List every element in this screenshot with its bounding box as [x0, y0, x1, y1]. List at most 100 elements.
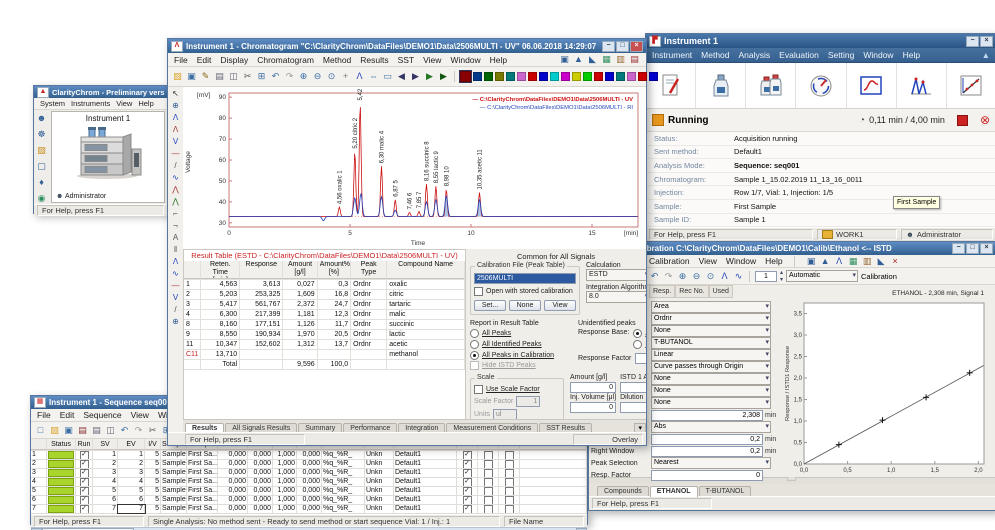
sequence-checkbox[interactable] [484, 478, 493, 486]
sequence-row[interactable]: 4✓445Sample 1First Sa...0,0000,0001,0000… [31, 478, 587, 487]
copy-icon[interactable]: ⊞ [256, 71, 267, 82]
baseline-tool-icon[interactable]: — [170, 281, 181, 291]
sequence-checkbox[interactable] [484, 460, 493, 468]
next-icon[interactable]: ▶ [410, 71, 421, 82]
menu-item-sequence[interactable]: Sequence [83, 410, 121, 420]
signal-color-swatch[interactable] [583, 72, 592, 81]
chromatogram-icon[interactable] [897, 63, 947, 108]
property-select[interactable]: None [651, 325, 771, 337]
result-column-header[interactable] [184, 261, 201, 279]
tools-icon[interactable]: + [340, 71, 351, 82]
ruler-tool-icon[interactable]: ‖ [170, 245, 181, 255]
menu-item-file[interactable]: File [37, 410, 51, 420]
grid-header-resp[interactable]: Resp. [649, 285, 675, 298]
menu-item-help[interactable]: Help [490, 55, 507, 65]
folder-icon[interactable]: ▨ [36, 145, 47, 156]
peak-tool-icon[interactable]: Λ [170, 113, 181, 123]
hide-istd-peaks-checkbox[interactable] [470, 361, 479, 370]
signal-color-swatch[interactable] [473, 72, 482, 81]
signal-color-swatch[interactable] [484, 72, 493, 81]
open-folder-icon[interactable]: ▨ [172, 71, 183, 82]
data-window-icon[interactable]: ▦ [601, 54, 612, 65]
calculation-select[interactable]: ESTD [586, 269, 646, 281]
menu-item-view[interactable]: View [116, 99, 132, 108]
undo-icon[interactable]: ↶ [649, 271, 660, 282]
solvent-bottle-icon[interactable] [696, 63, 746, 108]
inj-volume-input[interactable]: 0 [570, 402, 616, 413]
close-button[interactable]: × [980, 36, 993, 47]
calibration-file-input[interactable]: 2506MULTI [474, 273, 576, 284]
response-factor-input[interactable]: 0 [635, 353, 646, 364]
prev-icon[interactable]: ◀ [396, 71, 407, 82]
recalculation-mode-select[interactable]: Automatic [786, 270, 858, 282]
menu-item-window[interactable]: Window [450, 55, 480, 65]
curve-tool-icon[interactable]: ∿ [733, 271, 744, 282]
run-checkbox[interactable]: ✓ [80, 478, 89, 486]
sequence-checkbox[interactable] [484, 451, 493, 459]
sequence-column-header[interactable]: Run [76, 439, 93, 450]
curve-tool-icon[interactable]: ∿ [170, 269, 181, 279]
open-folder-icon[interactable]: ▨ [49, 425, 60, 436]
result-table-row[interactable]: Total9,596100,0 [184, 360, 465, 370]
calibration-window-icon[interactable]: ◣ [587, 54, 598, 65]
property-select[interactable]: Nearest [651, 457, 771, 469]
property-select[interactable]: None [651, 397, 771, 409]
menu-item-window[interactable]: Window [863, 50, 893, 60]
tab-ethanol[interactable]: ETHANOL [650, 486, 698, 497]
sequence-column-header[interactable]: EV [118, 439, 145, 450]
signal-color-swatch[interactable] [495, 72, 504, 81]
menu-item-view[interactable]: View [131, 410, 149, 420]
stepper-arrows-icon[interactable]: ▴▾ [780, 269, 783, 283]
about-icon[interactable]: ◉ [36, 193, 47, 204]
abort-icon[interactable]: ⊗ [980, 114, 990, 126]
run-checkbox[interactable]: ✓ [80, 451, 89, 459]
undo-icon[interactable]: ↶ [270, 71, 281, 82]
signal-color-swatch[interactable] [605, 72, 614, 81]
sequence-row[interactable]: 3✓335Sample 1First Sa...0,0000,0001,0000… [31, 469, 587, 478]
chromatogram-window-icon[interactable]: ▲ [820, 256, 831, 267]
gear-icon[interactable]: ☸ [36, 129, 47, 140]
menu-item-results[interactable]: Results [360, 55, 388, 65]
method-window-icon[interactable]: ▥ [862, 256, 873, 267]
undo-icon[interactable]: ↶ [119, 425, 130, 436]
data-acquisition-icon[interactable] [847, 63, 897, 108]
sequence-checkbox[interactable] [484, 496, 493, 504]
sequence-checkbox[interactable]: ✓ [463, 478, 472, 486]
signal-color-swatch[interactable] [517, 72, 526, 81]
split-peak-tool-icon[interactable]: ⋀ [170, 185, 181, 195]
run-checkbox[interactable]: ✓ [80, 487, 89, 495]
menu-item-system[interactable]: System [40, 99, 65, 108]
sequence-checkbox[interactable]: ✓ [463, 505, 472, 513]
user-badge[interactable]: ☻Administrator [901, 229, 993, 240]
run-checkbox[interactable]: ✓ [80, 469, 89, 477]
menu-item-analysis[interactable]: Analysis [739, 50, 771, 60]
zoom-in-icon[interactable]: ⊕ [298, 71, 309, 82]
menu-item-help[interactable]: Help [138, 99, 153, 108]
cursor-tool-icon[interactable]: ↖ [170, 89, 181, 99]
signal-color-swatch[interactable] [539, 72, 548, 81]
property-select[interactable]: Abs [651, 421, 771, 433]
sequence-checkbox[interactable] [505, 496, 514, 504]
baseline-tool-icon[interactable]: — [170, 149, 181, 159]
zoom-tool-icon[interactable]: ⊕ [170, 317, 181, 327]
peaks-icon[interactable]: Λ [834, 256, 845, 267]
close-icon[interactable]: × [890, 256, 901, 267]
sequence-checkbox[interactable] [505, 487, 514, 495]
result-column-header[interactable]: Peak Type [351, 261, 387, 279]
minimize-button[interactable]: − [966, 36, 979, 47]
report-option-radio[interactable]: All Identified Peaks [470, 340, 572, 349]
response-base-radio[interactable]: Height [633, 340, 646, 349]
zoom-out-icon[interactable]: ⊖ [312, 71, 323, 82]
sequence-checkbox[interactable] [505, 460, 514, 468]
method-window-icon[interactable]: ▥ [615, 54, 626, 65]
save-icon[interactable]: ▣ [186, 71, 197, 82]
property-input[interactable]: 0,2 [651, 446, 763, 457]
property-select[interactable]: T-BUTANOL [651, 337, 771, 349]
tab-t-butanol[interactable]: T-BUTANOL [699, 486, 752, 496]
zoom-tool-icon[interactable]: ⊕ [170, 101, 181, 111]
menu-item-view[interactable]: View [699, 256, 717, 266]
sequence-column-header[interactable] [31, 439, 47, 450]
menu-item-edit[interactable]: Edit [197, 55, 212, 65]
merge-peak-tool-icon[interactable]: ⋀ [170, 197, 181, 207]
print-icon[interactable]: ▤ [91, 425, 102, 436]
